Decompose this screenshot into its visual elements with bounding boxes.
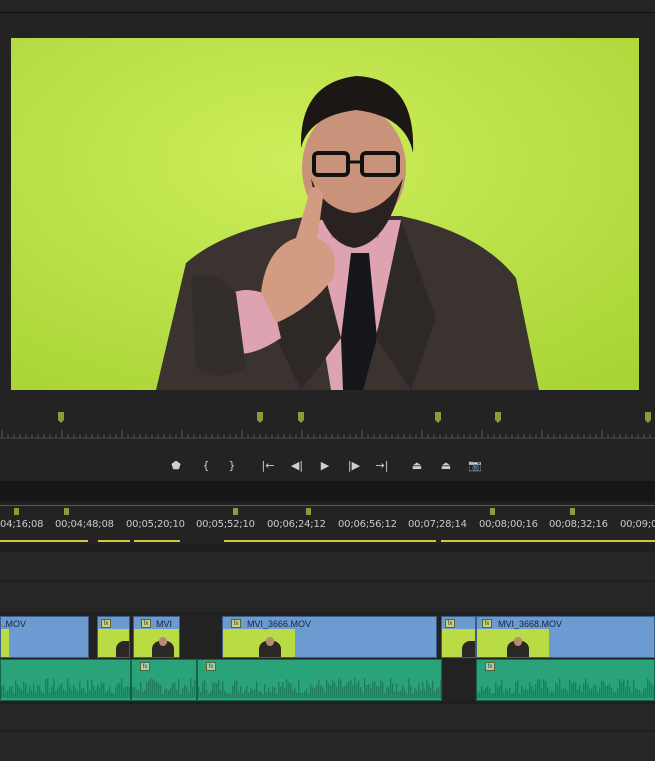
video-track-3[interactable]	[0, 552, 655, 580]
timeline-marker[interactable]	[490, 508, 495, 515]
audio-waveform	[198, 678, 441, 698]
audio-track-2[interactable]	[0, 704, 655, 730]
timecode-label: 04;16;08	[0, 519, 44, 530]
marker[interactable]	[58, 412, 64, 423]
mark-in-icon: {	[202, 458, 210, 472]
video-clip[interactable]: .MOV	[0, 616, 89, 658]
extract-icon: ⏏	[440, 458, 452, 472]
fx-badge-icon: fx	[482, 619, 492, 628]
timecode-label: 00;04;48;08	[55, 519, 114, 530]
video-clip[interactable]: fx	[441, 616, 476, 658]
marker[interactable]	[257, 412, 263, 423]
timecode-label: 00;07;28;14	[408, 519, 467, 530]
step-back-icon: ◀|	[290, 458, 304, 472]
timeline-marker[interactable]	[64, 508, 69, 515]
timeline-marker[interactable]	[14, 508, 19, 515]
audio-track-3[interactable]	[0, 732, 655, 761]
video-clip[interactable]: fx MVI_3668.MOV	[476, 616, 655, 658]
clip-label: MVI_3668.MOV	[498, 619, 563, 629]
timeline-marker[interactable]	[306, 508, 311, 515]
marker[interactable]	[495, 412, 501, 423]
step-forward-button[interactable]: |▶	[344, 452, 364, 478]
extract-button[interactable]: ⏏	[436, 452, 456, 478]
panel-divider[interactable]	[0, 481, 655, 501]
video-frame-image	[11, 38, 639, 390]
fx-badge-icon: fx	[141, 619, 151, 628]
fx-badge-icon: fx	[485, 662, 495, 671]
fx-badge-icon: fx	[101, 619, 111, 628]
step-back-button[interactable]: ◀|	[287, 452, 307, 478]
timecode-label: 00;08;32;16	[549, 519, 608, 530]
timecode-label: 00;05;52;10	[196, 519, 255, 530]
timecode-label: 00;08;00;16	[479, 519, 538, 530]
clip-label: .MOV	[3, 619, 27, 629]
go-to-in-icon: |←	[261, 458, 275, 472]
export-frame-button[interactable]: 📷	[465, 452, 485, 478]
monitor-time-ruler[interactable]	[0, 426, 655, 440]
transport-controls: ⬟ { } |← ◀| ▶ |▶ →| ⏏ ⏏ 📷	[0, 452, 655, 478]
audio-clip[interactable]	[0, 659, 131, 701]
marker-icon: ⬟	[171, 458, 181, 472]
audio-waveform	[477, 678, 654, 698]
timecode-label: 00;09;0	[620, 519, 655, 530]
mark-in-button[interactable]: {	[196, 452, 216, 478]
mark-out-icon: }	[228, 458, 236, 472]
timecode-label: 00;06;56;12	[338, 519, 397, 530]
video-track-2[interactable]	[0, 582, 655, 612]
fx-badge-icon: fx	[231, 619, 241, 628]
step-forward-icon: |▶	[347, 458, 361, 472]
add-marker-button[interactable]: ⬟	[166, 452, 186, 478]
audio-waveform	[1, 678, 130, 698]
clip-label: MVI	[156, 619, 173, 629]
marker[interactable]	[298, 412, 304, 423]
audio-clip[interactable]: fx	[131, 659, 197, 701]
clip-label: MVI_3666.MOV	[247, 619, 312, 629]
video-clip[interactable]: fx MVI	[133, 616, 180, 658]
video-clip[interactable]: fx	[97, 616, 130, 658]
lift-icon: ⏏	[411, 458, 423, 472]
timeline-ruler[interactable]: 04;16;08 00;04;48;08 00;05;20;10 00;05;5…	[0, 505, 655, 544]
marker[interactable]	[645, 412, 651, 423]
fx-badge-icon: fx	[206, 662, 216, 671]
timeline-marker[interactable]	[570, 508, 575, 515]
camera-icon: 📷	[468, 458, 482, 472]
play-button[interactable]: ▶	[315, 452, 335, 478]
play-icon: ▶	[320, 458, 330, 472]
lift-button[interactable]: ⏏	[407, 452, 427, 478]
mark-out-button[interactable]: }	[222, 452, 242, 478]
video-clip[interactable]: fx MVI_3666.MOV	[222, 616, 437, 658]
audio-clip[interactable]: fx	[476, 659, 655, 701]
timecode-label: 00;06;24;12	[267, 519, 326, 530]
timeline-marker[interactable]	[233, 508, 238, 515]
audio-waveform	[132, 678, 196, 698]
work-area-bar[interactable]	[0, 540, 655, 543]
panel-tab-bar	[0, 0, 655, 13]
go-to-in-button[interactable]: |←	[258, 452, 278, 478]
fx-badge-icon: fx	[445, 619, 455, 628]
marker[interactable]	[435, 412, 441, 423]
go-to-out-button[interactable]: →|	[372, 452, 392, 478]
go-to-out-icon: →|	[375, 458, 389, 472]
program-monitor-video[interactable]	[11, 38, 639, 390]
audio-clip[interactable]: fx	[197, 659, 442, 701]
timecode-label: 00;05;20;10	[126, 519, 185, 530]
fx-badge-icon: fx	[140, 662, 150, 671]
